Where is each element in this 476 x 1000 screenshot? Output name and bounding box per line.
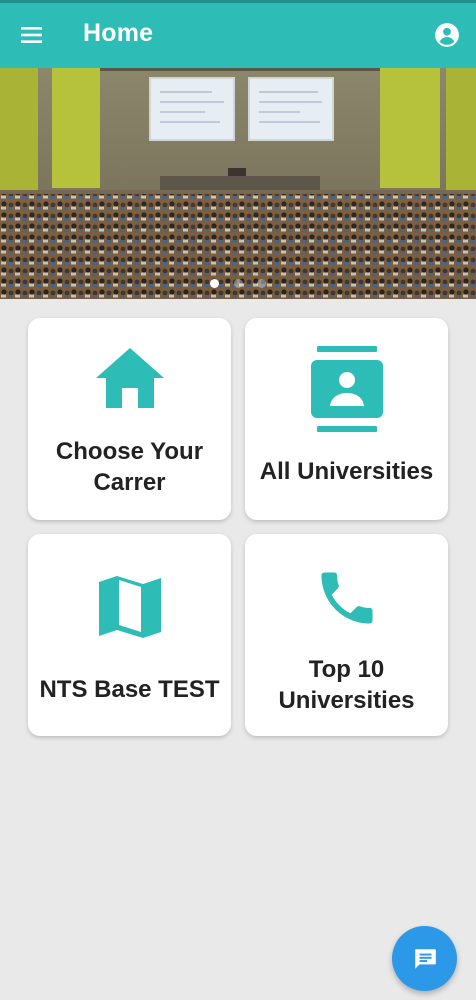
account-circle-icon — [435, 23, 459, 47]
card-label: Choose Your Carrer — [55, 438, 204, 496]
card-label: Top 10 Universities — [278, 656, 415, 714]
hamburger-menu-icon — [21, 27, 42, 43]
all-universities-card[interactable]: All Universities — [245, 318, 448, 520]
account-button[interactable] — [434, 22, 460, 48]
carousel-indicators — [0, 275, 476, 293]
contacts-icon — [310, 346, 383, 432]
card-label: All Universities — [259, 458, 434, 485]
carousel-dot[interactable] — [256, 279, 266, 288]
chat-message-icon — [414, 948, 436, 969]
phone-icon — [321, 572, 372, 624]
home-icon — [95, 348, 164, 408]
page-title: Home — [83, 19, 154, 47]
lecture-hall-photo — [0, 68, 476, 299]
chat-fab-button[interactable] — [392, 926, 457, 991]
hero-carousel[interactable] — [0, 68, 476, 299]
carousel-dot[interactable] — [210, 279, 220, 288]
card-label: NTS Base TEST — [39, 676, 220, 703]
app-bar: Home — [0, 3, 476, 68]
menu-button[interactable] — [18, 23, 46, 47]
map-icon — [98, 576, 161, 638]
carousel-dot[interactable] — [233, 279, 243, 288]
choose-career-card[interactable]: Choose Your Carrer — [28, 318, 231, 520]
nts-base-test-card[interactable]: NTS Base TEST — [28, 534, 231, 736]
top-10-universities-card[interactable]: Top 10 Universities — [245, 534, 448, 736]
